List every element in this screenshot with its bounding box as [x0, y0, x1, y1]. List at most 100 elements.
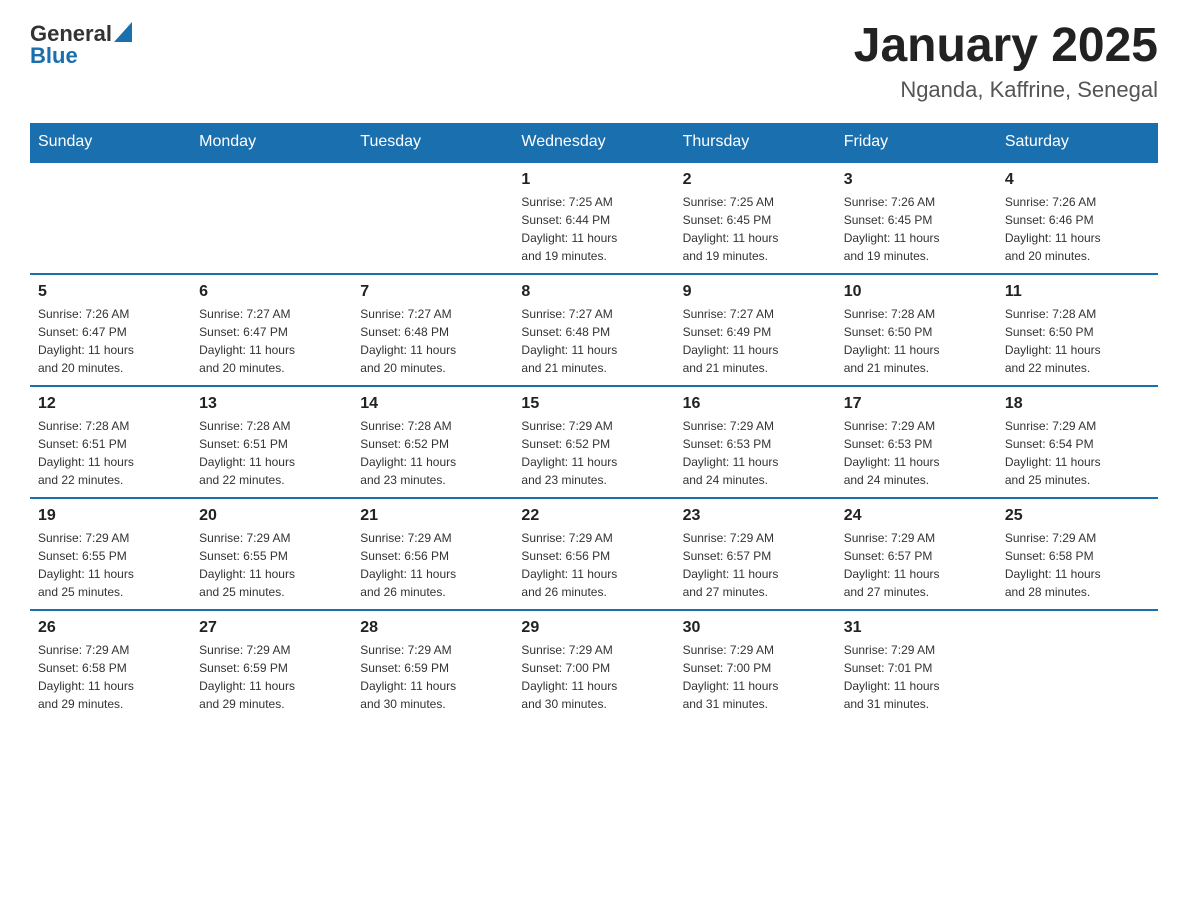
calendar-cell: 8 Sunrise: 7:27 AM Sunset: 6:48 PM Daylig…	[513, 274, 674, 386]
day-info: Sunrise: 7:27 AM Sunset: 6:47 PM Dayligh…	[199, 305, 344, 377]
calendar-cell: 5 Sunrise: 7:26 AM Sunset: 6:47 PM Daylig…	[30, 274, 191, 386]
day-info: Sunrise: 7:25 AM Sunset: 6:45 PM Dayligh…	[683, 193, 828, 265]
calendar-cell: 17 Sunrise: 7:29 AM Sunset: 6:53 PM Dayli…	[836, 386, 997, 498]
day-info: Sunrise: 7:29 AM Sunset: 6:58 PM Dayligh…	[1005, 529, 1150, 601]
calendar-cell: 13 Sunrise: 7:28 AM Sunset: 6:51 PM Dayli…	[191, 386, 352, 498]
day-info: Sunrise: 7:29 AM Sunset: 6:57 PM Dayligh…	[683, 529, 828, 601]
calendar-subtitle: Nganda, Kaffrine, Senegal	[854, 77, 1158, 103]
weekday-header-tuesday: Tuesday	[352, 123, 513, 162]
day-number: 24	[844, 507, 989, 525]
weekday-header-saturday: Saturday	[997, 123, 1158, 162]
logo-triangle-icon	[114, 22, 132, 42]
calendar-cell: 7 Sunrise: 7:27 AM Sunset: 6:48 PM Daylig…	[352, 274, 513, 386]
weekday-header-row: SundayMondayTuesdayWednesdayThursdayFrid…	[30, 123, 1158, 162]
day-number: 21	[360, 507, 505, 525]
day-info: Sunrise: 7:29 AM Sunset: 6:52 PM Dayligh…	[521, 417, 666, 489]
calendar-cell: 25 Sunrise: 7:29 AM Sunset: 6:58 PM Dayli…	[997, 498, 1158, 610]
day-number: 13	[199, 395, 344, 413]
day-info: Sunrise: 7:28 AM Sunset: 6:51 PM Dayligh…	[199, 417, 344, 489]
day-info: Sunrise: 7:29 AM Sunset: 6:59 PM Dayligh…	[360, 641, 505, 713]
day-number: 31	[844, 619, 989, 637]
calendar-cell: 10 Sunrise: 7:28 AM Sunset: 6:50 PM Dayli…	[836, 274, 997, 386]
day-info: Sunrise: 7:29 AM Sunset: 6:59 PM Dayligh…	[199, 641, 344, 713]
day-info: Sunrise: 7:27 AM Sunset: 6:49 PM Dayligh…	[683, 305, 828, 377]
day-info: Sunrise: 7:26 AM Sunset: 6:45 PM Dayligh…	[844, 193, 989, 265]
day-number: 3	[844, 171, 989, 189]
calendar-cell	[997, 610, 1158, 721]
day-number: 10	[844, 283, 989, 301]
day-number: 16	[683, 395, 828, 413]
day-number: 27	[199, 619, 344, 637]
calendar-cell: 22Sunrise: 7:29 AM Sunset: 6:56 PM Dayli…	[513, 498, 674, 610]
calendar-title: January 2025	[854, 20, 1158, 73]
day-info: Sunrise: 7:28 AM Sunset: 6:52 PM Dayligh…	[360, 417, 505, 489]
calendar-cell	[191, 162, 352, 274]
day-number: 15	[521, 395, 666, 413]
calendar-cell: 1 Sunrise: 7:25 AM Sunset: 6:44 PM Daylig…	[513, 162, 674, 274]
day-info: Sunrise: 7:28 AM Sunset: 6:50 PM Dayligh…	[1005, 305, 1150, 377]
day-info: Sunrise: 7:27 AM Sunset: 6:48 PM Dayligh…	[360, 305, 505, 377]
day-number: 18	[1005, 395, 1150, 413]
calendar-cell: 19Sunrise: 7:29 AM Sunset: 6:55 PM Dayli…	[30, 498, 191, 610]
day-number: 12	[38, 395, 183, 413]
calendar-cell: 29 Sunrise: 7:29 AM Sunset: 7:00 PM Dayli…	[513, 610, 674, 721]
calendar-cell: 30 Sunrise: 7:29 AM Sunset: 7:00 PM Dayli…	[675, 610, 836, 721]
calendar-cell: 16 Sunrise: 7:29 AM Sunset: 6:53 PM Dayli…	[675, 386, 836, 498]
calendar-cell: 27 Sunrise: 7:29 AM Sunset: 6:59 PM Dayli…	[191, 610, 352, 721]
day-number: 7	[360, 283, 505, 301]
calendar-cell	[30, 162, 191, 274]
day-number: 4	[1005, 171, 1150, 189]
calendar-cell: 26 Sunrise: 7:29 AM Sunset: 6:58 PM Dayli…	[30, 610, 191, 721]
day-info: Sunrise: 7:29 AM Sunset: 6:57 PM Dayligh…	[844, 529, 989, 601]
calendar-cell: 28Sunrise: 7:29 AM Sunset: 6:59 PM Dayli…	[352, 610, 513, 721]
day-info: Sunrise: 7:29 AM Sunset: 6:53 PM Dayligh…	[844, 417, 989, 489]
day-info: Sunrise: 7:29 AM Sunset: 6:54 PM Dayligh…	[1005, 417, 1150, 489]
day-number: 30	[683, 619, 828, 637]
logo-blue: Blue	[30, 43, 78, 69]
calendar-cell: 18 Sunrise: 7:29 AM Sunset: 6:54 PM Dayli…	[997, 386, 1158, 498]
calendar-cell: 15 Sunrise: 7:29 AM Sunset: 6:52 PM Dayli…	[513, 386, 674, 498]
calendar-cell: 20Sunrise: 7:29 AM Sunset: 6:55 PM Dayli…	[191, 498, 352, 610]
day-number: 20	[199, 507, 344, 525]
day-info: Sunrise: 7:29 AM Sunset: 6:58 PM Dayligh…	[38, 641, 183, 713]
title-block: January 2025 Nganda, Kaffrine, Senegal	[854, 20, 1158, 103]
calendar-cell: 4 Sunrise: 7:26 AM Sunset: 6:46 PM Daylig…	[997, 162, 1158, 274]
calendar-cell: 3 Sunrise: 7:26 AM Sunset: 6:45 PM Daylig…	[836, 162, 997, 274]
day-info: Sunrise: 7:26 AM Sunset: 6:46 PM Dayligh…	[1005, 193, 1150, 265]
calendar-cell: 24 Sunrise: 7:29 AM Sunset: 6:57 PM Dayli…	[836, 498, 997, 610]
logo: General Blue	[30, 20, 132, 69]
weekday-header-wednesday: Wednesday	[513, 123, 674, 162]
week-row-3: 12 Sunrise: 7:28 AM Sunset: 6:51 PM Dayli…	[30, 386, 1158, 498]
day-info: Sunrise: 7:29 AM Sunset: 6:56 PM Dayligh…	[360, 529, 505, 601]
day-info: Sunrise: 7:28 AM Sunset: 6:51 PM Dayligh…	[38, 417, 183, 489]
calendar-cell: 31 Sunrise: 7:29 AM Sunset: 7:01 PM Dayli…	[836, 610, 997, 721]
calendar-cell: 6 Sunrise: 7:27 AM Sunset: 6:47 PM Daylig…	[191, 274, 352, 386]
day-number: 8	[521, 283, 666, 301]
day-info: Sunrise: 7:27 AM Sunset: 6:48 PM Dayligh…	[521, 305, 666, 377]
day-number: 14	[360, 395, 505, 413]
page-header: General Blue January 2025 Nganda, Kaffri…	[30, 20, 1158, 103]
weekday-header-monday: Monday	[191, 123, 352, 162]
day-info: Sunrise: 7:29 AM Sunset: 7:01 PM Dayligh…	[844, 641, 989, 713]
calendar-cell	[352, 162, 513, 274]
day-number: 29	[521, 619, 666, 637]
day-info: Sunrise: 7:29 AM Sunset: 7:00 PM Dayligh…	[521, 641, 666, 713]
day-number: 25	[1005, 507, 1150, 525]
day-number: 17	[844, 395, 989, 413]
day-number: 26	[38, 619, 183, 637]
day-number: 6	[199, 283, 344, 301]
calendar-table: SundayMondayTuesdayWednesdayThursdayFrid…	[30, 123, 1158, 721]
calendar-cell: 12 Sunrise: 7:28 AM Sunset: 6:51 PM Dayli…	[30, 386, 191, 498]
day-info: Sunrise: 7:26 AM Sunset: 6:47 PM Dayligh…	[38, 305, 183, 377]
day-info: Sunrise: 7:25 AM Sunset: 6:44 PM Dayligh…	[521, 193, 666, 265]
weekday-header-friday: Friday	[836, 123, 997, 162]
calendar-cell: 14 Sunrise: 7:28 AM Sunset: 6:52 PM Dayli…	[352, 386, 513, 498]
day-info: Sunrise: 7:28 AM Sunset: 6:50 PM Dayligh…	[844, 305, 989, 377]
day-info: Sunrise: 7:29 AM Sunset: 7:00 PM Dayligh…	[683, 641, 828, 713]
day-number: 1	[521, 171, 666, 189]
day-number: 22	[521, 507, 666, 525]
weekday-header-sunday: Sunday	[30, 123, 191, 162]
day-info: Sunrise: 7:29 AM Sunset: 6:53 PM Dayligh…	[683, 417, 828, 489]
day-number: 19	[38, 507, 183, 525]
day-number: 5	[38, 283, 183, 301]
